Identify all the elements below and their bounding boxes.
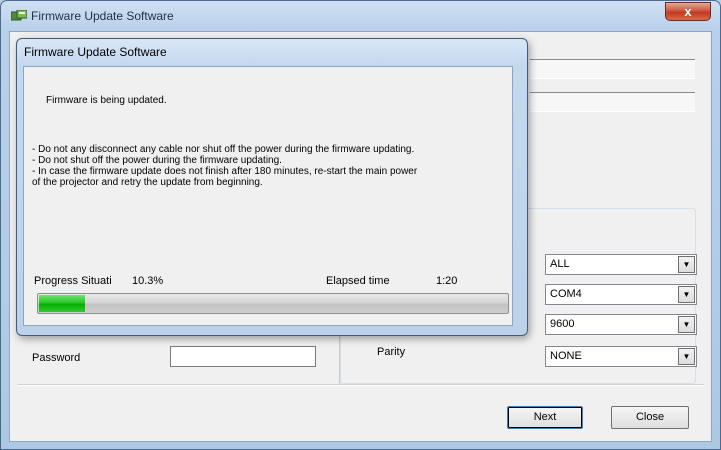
- next-button-label: Next: [533, 411, 557, 423]
- warning-item: - In case the firmware update does not f…: [32, 166, 418, 177]
- combo-value: ALL: [550, 258, 570, 270]
- next-button[interactable]: Next: [507, 406, 583, 429]
- progress-bar-fill: [39, 295, 86, 312]
- window-close-button[interactable]: x: [665, 2, 711, 21]
- close-icon: x: [684, 4, 692, 19]
- warning-list: - Do not any disconnect any cable nor sh…: [32, 144, 512, 188]
- background-field-1: [530, 59, 695, 79]
- firmware-app-icon: [10, 9, 28, 22]
- dialog-title: Firmware Update Software: [24, 45, 167, 59]
- warning-item: - Do not shut off the power during the f…: [32, 155, 282, 166]
- parity-label: Parity: [377, 346, 406, 358]
- close-button-label: Close: [635, 411, 665, 423]
- dialog-body: Firmware is being updated. - Do not any …: [23, 66, 513, 326]
- combo-baud-rate[interactable]: 9600 ▼: [545, 314, 697, 335]
- progress-label: Progress Situati: [34, 275, 112, 287]
- progress-bar: [37, 293, 509, 314]
- password-input[interactable]: [170, 346, 316, 367]
- title-bar[interactable]: Firmware Update Software x: [1, 1, 720, 31]
- status-message: Firmware is being updated.: [46, 95, 167, 106]
- combo-parity[interactable]: NONE ▼: [545, 346, 697, 367]
- background-field-2: [530, 92, 695, 112]
- chevron-down-icon[interactable]: ▼: [678, 286, 695, 303]
- close-button[interactable]: Close: [611, 406, 689, 429]
- combo-value: COM4: [550, 288, 582, 300]
- password-label: Password: [32, 352, 81, 364]
- chevron-down-icon[interactable]: ▼: [678, 316, 695, 333]
- elapsed-time-value: 1:20: [436, 275, 458, 287]
- chevron-down-icon[interactable]: ▼: [678, 256, 695, 273]
- vertical-divider: [339, 332, 340, 384]
- combo-all[interactable]: ALL ▼: [545, 254, 697, 275]
- combo-value: NONE: [550, 350, 582, 362]
- chevron-down-icon[interactable]: ▼: [678, 348, 695, 365]
- warning-item: of the projector and retry the update fr…: [32, 177, 263, 188]
- firmware-update-dialog: Firmware Update Software Firmware is bei…: [16, 38, 528, 336]
- combo-value: 9600: [550, 318, 575, 330]
- window-title: Firmware Update Software: [31, 9, 174, 23]
- combo-com-port[interactable]: COM4 ▼: [545, 284, 697, 305]
- horizontal-divider: [18, 384, 704, 386]
- warning-item: - Do not any disconnect any cable nor sh…: [32, 144, 415, 155]
- elapsed-time-label: Elapsed time: [326, 275, 390, 287]
- progress-percent: 10.3%: [132, 275, 164, 287]
